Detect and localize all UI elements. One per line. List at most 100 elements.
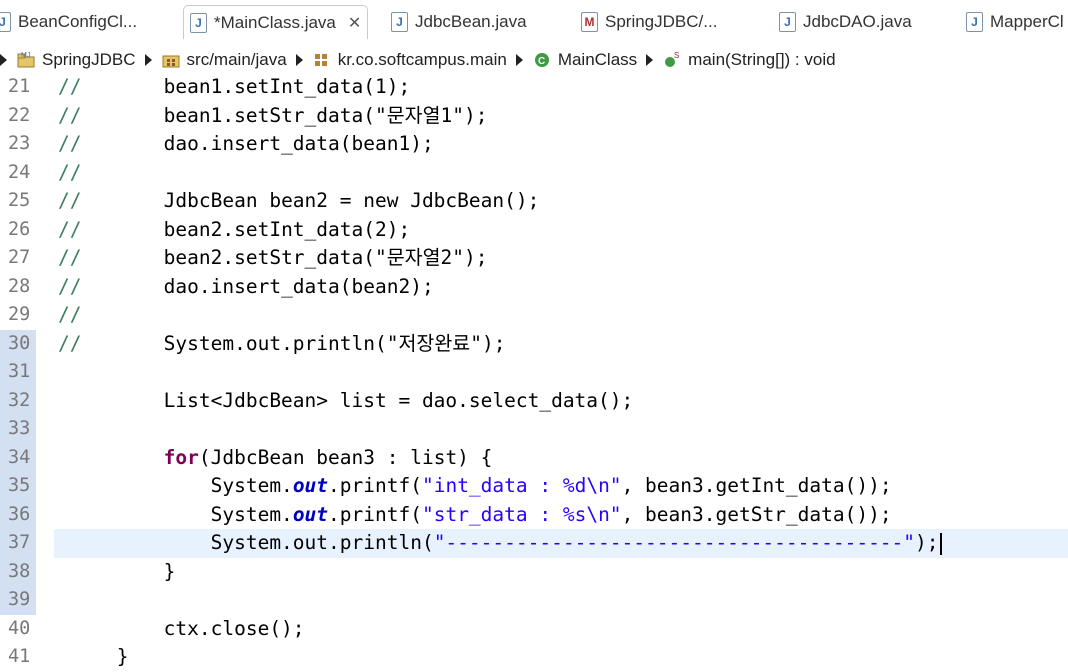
code-token: // bbox=[58, 103, 82, 127]
tab-label: JdbcBean.java bbox=[415, 12, 527, 31]
tab-jdbcbean[interactable]: J JdbcBean.java bbox=[391, 7, 527, 37]
code-line[interactable]: 34 for(JdbcBean bean3 : list) { bbox=[0, 443, 1068, 473]
code-token: "---------------------------------------… bbox=[433, 531, 916, 554]
code-line[interactable]: 28 // dao.insert_data(bean2); bbox=[0, 272, 1068, 302]
code-area[interactable] bbox=[54, 415, 1068, 444]
code-text: // JdbcBean bean2 = new JdbcBean(); bbox=[58, 187, 539, 216]
java-file-icon: J bbox=[190, 12, 207, 33]
tab-mainclass[interactable]: J *MainClass.java ✕ bbox=[183, 5, 369, 39]
tab-label: JdbcDAO.java bbox=[803, 12, 912, 31]
code-line[interactable]: 41 } bbox=[0, 643, 1068, 672]
code-line[interactable]: 24 // bbox=[0, 158, 1068, 188]
chevron-right-icon bbox=[144, 54, 152, 66]
code-token: // bbox=[58, 274, 82, 298]
code-area[interactable]: System.out.printf("int_data : %d\n", bea… bbox=[54, 472, 1068, 501]
code-line[interactable]: 26 // bean2.setInt_data(2); bbox=[0, 215, 1068, 245]
line-number: 25 bbox=[0, 187, 36, 216]
breadcrumb-item-source-folder[interactable]: src/main/java bbox=[187, 50, 287, 70]
code-area[interactable]: // System.out.println("저장완료"); bbox=[54, 330, 1068, 359]
chevron-right-icon bbox=[0, 54, 7, 66]
code-line[interactable]: 40 ctx.close(); bbox=[0, 614, 1068, 644]
code-text: } bbox=[58, 558, 176, 587]
line-number: 32 bbox=[0, 386, 36, 415]
code-area[interactable]: System.out.printf("str_data : %s\n", bea… bbox=[54, 501, 1068, 530]
code-area[interactable]: // JdbcBean bean2 = new JdbcBean(); bbox=[54, 187, 1068, 216]
code-line[interactable]: 33 bbox=[0, 415, 1068, 444]
code-token: , bean3.getStr_data()); bbox=[621, 502, 892, 526]
code-line[interactable]: 32 List<JdbcBean> list = dao.select_data… bbox=[0, 386, 1068, 416]
line-number: 31 bbox=[0, 358, 36, 387]
line-number: 41 bbox=[0, 643, 36, 672]
svg-text:S: S bbox=[674, 51, 679, 60]
code-line[interactable]: 35 System.out.printf("int_data : %d\n", … bbox=[0, 472, 1068, 501]
code-line[interactable]: 29 // bbox=[0, 301, 1068, 330]
code-line[interactable]: 21 // bean1.setInt_data(1); bbox=[0, 73, 1068, 102]
code-line[interactable]: 39 bbox=[0, 586, 1068, 615]
tab-jdbcdao[interactable]: J JdbcDAO.java bbox=[779, 7, 912, 37]
code-line[interactable]: 30 // System.out.println("저장완료"); bbox=[0, 329, 1068, 359]
code-area[interactable]: // bean1.setInt_data(1); bbox=[54, 73, 1068, 102]
code-line[interactable]: 36 System.out.printf("str_data : %s\n", … bbox=[0, 500, 1068, 530]
code-area[interactable]: // bean1.setStr_data("문자열1"); bbox=[54, 102, 1068, 131]
class-icon: C bbox=[532, 51, 552, 69]
line-number: 34 bbox=[0, 443, 36, 472]
code-text: System.out.println("--------------------… bbox=[58, 529, 942, 558]
package-icon bbox=[312, 51, 332, 69]
code-text: // bean2.setInt_data(2); bbox=[58, 216, 410, 245]
code-text: } bbox=[58, 643, 129, 672]
code-area[interactable]: System.out.println("--------------------… bbox=[54, 529, 1068, 558]
code-line[interactable]: 25 // JdbcBean bean2 = new JdbcBean(); bbox=[0, 187, 1068, 216]
line-number: 24 bbox=[0, 158, 36, 187]
code-token: (JdbcBean bean3 : list) { bbox=[198, 445, 493, 469]
line-number: 27 bbox=[0, 244, 36, 273]
java-file-icon: J bbox=[0, 12, 11, 32]
code-area[interactable]: } bbox=[54, 558, 1068, 587]
code-token: // bbox=[58, 75, 82, 98]
code-token: ); bbox=[915, 531, 939, 554]
code-line[interactable]: 23 // dao.insert_data(bean1); bbox=[0, 130, 1068, 159]
breadcrumb-item-package[interactable]: kr.co.softcampus.main bbox=[338, 50, 507, 70]
code-token: bean2.setStr_data("문자열2"); bbox=[81, 246, 488, 269]
code-token: } bbox=[58, 645, 129, 668]
code-area[interactable]: ctx.close(); bbox=[54, 615, 1068, 644]
code-token: bean1.setInt_data(1); bbox=[81, 75, 411, 98]
breadcrumb-item-project[interactable]: SpringJDBC bbox=[42, 50, 136, 70]
breadcrumb-item-class[interactable]: MainClass bbox=[558, 50, 637, 70]
code-token: .printf( bbox=[328, 502, 422, 526]
code-area[interactable]: List<JdbcBean> list = dao.select_data(); bbox=[54, 387, 1068, 416]
code-token: System. bbox=[58, 474, 293, 497]
tab-springjdbc-xml[interactable]: M SpringJDBC/... bbox=[581, 7, 717, 37]
code-line[interactable]: 31 bbox=[0, 358, 1068, 387]
tab-beanconfigclass[interactable]: J BeanConfigCl... bbox=[0, 7, 137, 37]
code-area[interactable]: // bean2.setInt_data(2); bbox=[54, 216, 1068, 245]
code-token: "str_data : %s\n" bbox=[421, 502, 622, 526]
code-text: // bean1.setInt_data(1); bbox=[58, 73, 410, 102]
line-number: 22 bbox=[0, 101, 36, 130]
code-area[interactable] bbox=[54, 586, 1068, 615]
code-area[interactable]: // dao.insert_data(bean1); bbox=[54, 130, 1068, 159]
close-icon[interactable]: ✕ bbox=[348, 13, 361, 33]
code-area[interactable]: // bean2.setStr_data("문자열2"); bbox=[54, 244, 1068, 273]
svg-text:C: C bbox=[538, 56, 545, 67]
code-area[interactable]: // dao.insert_data(bean2); bbox=[54, 273, 1068, 302]
code-area[interactable]: // bbox=[54, 301, 1068, 330]
code-line[interactable]: 27 // bean2.setStr_data("문자열2"); bbox=[0, 244, 1068, 273]
code-area[interactable]: } bbox=[54, 643, 1068, 672]
code-text: // bbox=[58, 301, 81, 330]
code-text: System.out.printf("int_data : %d\n", bea… bbox=[58, 472, 892, 501]
editor-tab-bar: J BeanConfigCl... J *MainClass.java ✕ J … bbox=[0, 0, 1068, 44]
code-line[interactable]: 22 // bean1.setStr_data("문자열1"); bbox=[0, 101, 1068, 131]
line-number: 33 bbox=[0, 415, 36, 444]
breadcrumb-item-method[interactable]: main(String[]) : void bbox=[688, 50, 835, 70]
code-token: ctx.close(); bbox=[58, 616, 305, 640]
code-line[interactable]: 37 System.out.println("-----------------… bbox=[0, 529, 1068, 558]
tab-mapperclass[interactable]: J MapperCl bbox=[966, 7, 1064, 37]
code-token: // bbox=[58, 331, 82, 355]
line-number: 29 bbox=[0, 301, 36, 330]
maven-pom-icon: M bbox=[581, 12, 598, 32]
code-area[interactable]: // bbox=[54, 159, 1068, 188]
code-area[interactable]: for(JdbcBean bean3 : list) { bbox=[54, 444, 1068, 473]
code-area[interactable] bbox=[54, 358, 1068, 387]
code-line[interactable]: 38 } bbox=[0, 557, 1068, 587]
code-editor[interactable]: 21 // bean1.setInt_data(1); 22 // bean1.set… bbox=[0, 73, 1068, 672]
